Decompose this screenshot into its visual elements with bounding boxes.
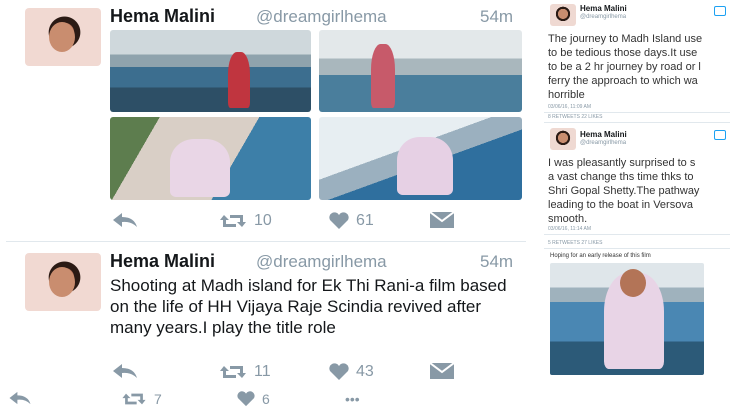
divider <box>544 248 730 249</box>
tweet-action-bar: 10 61 <box>110 212 530 234</box>
like-button[interactable]: 6 <box>236 391 270 407</box>
retweet-button[interactable]: 11 <box>218 363 271 381</box>
direct-message-button[interactable] <box>430 363 454 379</box>
reply-button[interactable] <box>112 363 138 379</box>
side-tweet-line: horrible <box>548 89 585 101</box>
like-button[interactable]: 43 <box>328 363 374 381</box>
tweet-author-handle[interactable]: @dreamgirlhema <box>256 252 387 272</box>
like-button[interactable]: 61 <box>328 212 374 230</box>
photo-figure-head <box>620 269 646 297</box>
tweet-photo-4[interactable] <box>319 117 522 200</box>
heart-icon <box>329 212 349 229</box>
photo-figure <box>170 139 230 197</box>
side-tweet-line: to be a 2 hr journey by road or l <box>548 61 701 73</box>
side-author-name: Hema Malini <box>580 4 627 13</box>
retweet-icon <box>220 366 246 378</box>
side-tweet-line: smooth. <box>548 213 588 225</box>
side-tweet-stats: 8 RETWEETS 22 LIKES <box>548 114 603 120</box>
side-tweet-line: I was pleasantly surprised to s <box>548 157 696 169</box>
tweet-2[interactable]: Hema Malini @dreamgirlhema 54m Shooting … <box>0 245 530 385</box>
retweet-button[interactable]: 10 <box>218 212 272 230</box>
side-tweet-line: Shri Gopal Shetty.The pathway <box>548 185 700 197</box>
tweet-photo-1[interactable] <box>110 30 311 112</box>
side-tweet-line: The journey to Madh Island use <box>548 33 703 45</box>
tweet-action-bar: 11 43 <box>110 363 530 385</box>
side-tweet-text: I was pleasantly surprised to s a vast c… <box>548 156 728 226</box>
reply-button[interactable] <box>8 391 32 405</box>
tweet-text: Shooting at Madh island for Ek Thi Rani-… <box>110 276 507 337</box>
divider <box>544 112 730 113</box>
tweet-3-action-bar: 7 6 ••• <box>0 391 530 411</box>
like-count: 43 <box>356 363 374 380</box>
retweet-icon <box>220 215 246 227</box>
side-tweet-line: a vast change ths time thks to <box>548 171 694 183</box>
side-tweet-date: 03/06/16, 11:09 AM <box>548 104 591 110</box>
heart-icon <box>237 391 255 407</box>
heart-icon <box>329 363 349 380</box>
reply-button[interactable] <box>112 212 138 228</box>
tweet-timestamp[interactable]: 54m <box>480 7 513 27</box>
envelope-icon <box>430 363 454 379</box>
more-options-button[interactable]: ••• <box>345 391 360 407</box>
reply-icon <box>113 213 137 227</box>
side-tweet-stats: 5 RETWEETS 27 LIKES <box>548 240 603 246</box>
retweet-count: 10 <box>254 212 272 229</box>
tweet-photo-3[interactable] <box>110 117 311 200</box>
photo-figure <box>397 137 453 195</box>
side-author-name: Hema Malini <box>580 130 627 139</box>
retweet-count: 7 <box>154 391 162 407</box>
retweet-icon <box>122 393 146 405</box>
tweet-author-handle[interactable]: @dreamgirlhema <box>256 7 387 27</box>
side-author-handle: @dreamgirlhema <box>580 14 627 20</box>
like-count: 61 <box>356 212 374 229</box>
side-tweet-line: to be tedious those days.It use <box>548 47 698 59</box>
side-screenshots: Hema Malini @dreamgirlhema The journey t… <box>540 0 730 419</box>
photo-figure <box>228 52 250 108</box>
tweet-1[interactable]: Hema Malini @dreamgirlhema 54m 10 61 <box>0 0 530 240</box>
tweet-divider <box>6 241 526 242</box>
more-icon: ••• <box>345 391 360 407</box>
side-tweet-photo[interactable] <box>550 263 704 375</box>
envelope-icon <box>430 212 454 228</box>
retweet-button[interactable]: 7 <box>120 391 162 407</box>
side-tweet-line: leading to the boat in Versova <box>548 199 693 211</box>
reply-icon <box>113 364 137 378</box>
side-tweet-caption: Hoping for an early release of this film <box>550 253 651 259</box>
like-count: 6 <box>262 391 270 407</box>
photo-figure <box>371 44 395 108</box>
tweet-photo-2[interactable] <box>319 30 522 112</box>
avatar[interactable] <box>25 8 101 66</box>
reply-icon <box>9 391 31 405</box>
tweet-photo-grid[interactable] <box>110 30 522 200</box>
side-tweet-text: The journey to Madh Island use to be ted… <box>548 32 728 102</box>
tweet-author-name[interactable]: Hema Malini <box>110 251 215 272</box>
retweet-count: 11 <box>254 363 271 380</box>
follow-button[interactable] <box>714 130 726 140</box>
side-author-handle: @dreamgirlhema <box>580 140 627 146</box>
divider <box>544 122 730 123</box>
tweet-timestamp[interactable]: 54m <box>480 252 513 272</box>
direct-message-button[interactable] <box>430 212 454 228</box>
avatar[interactable] <box>550 4 576 26</box>
avatar[interactable] <box>25 253 101 311</box>
follow-button[interactable] <box>714 6 726 16</box>
side-tweet-date: 03/06/16, 11:14 AM <box>548 226 591 232</box>
divider <box>544 234 730 235</box>
side-tweet-line: ferry the approach to which wa <box>548 75 698 87</box>
tweet-author-name[interactable]: Hema Malini <box>110 6 215 27</box>
avatar[interactable] <box>550 128 576 150</box>
